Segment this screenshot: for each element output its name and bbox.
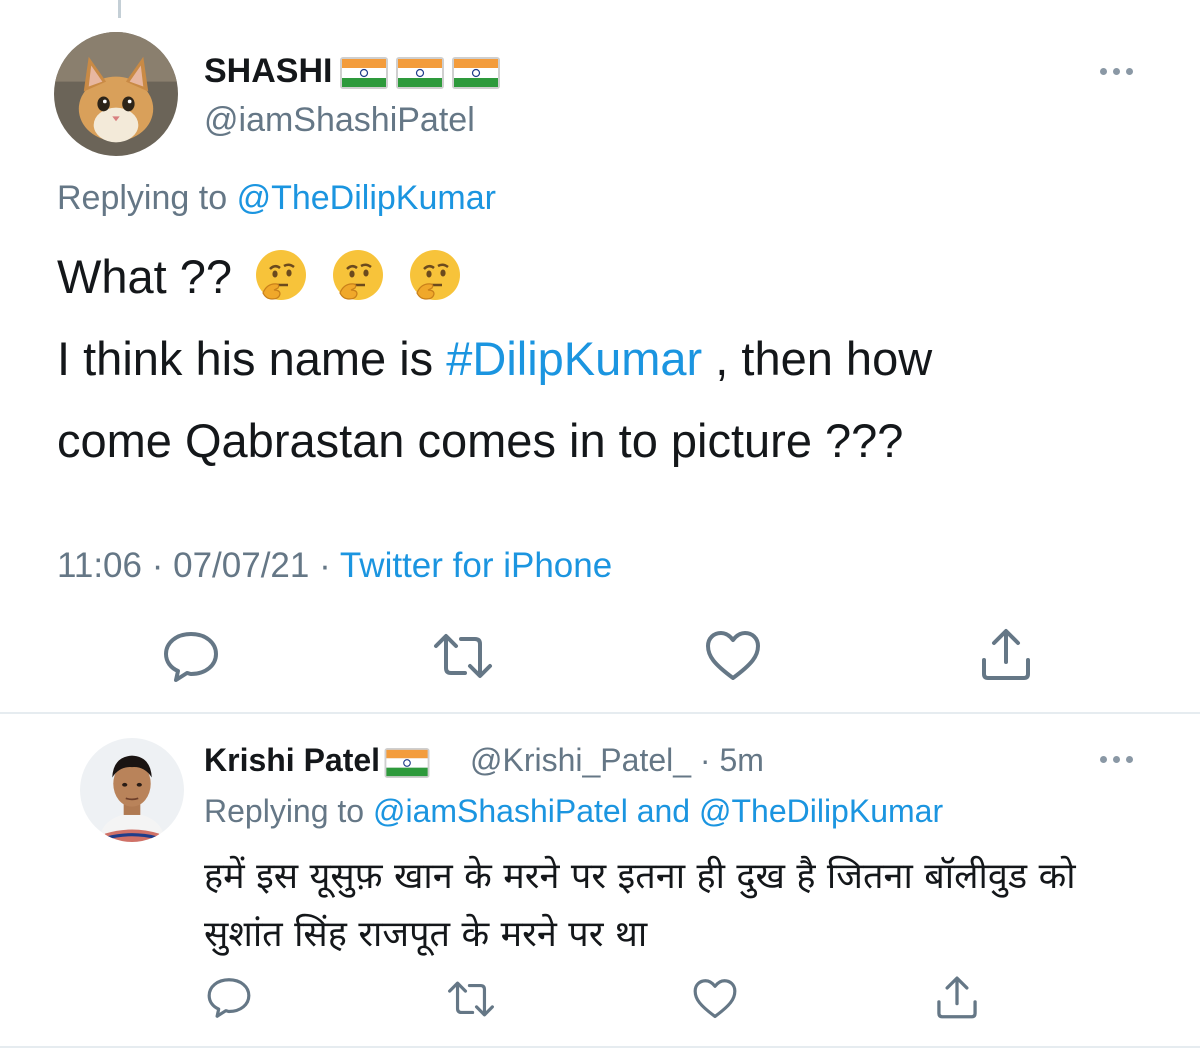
tweet-text-segment: , then how bbox=[715, 332, 933, 385]
tweet-text-line: What ?? bbox=[57, 236, 932, 318]
display-name-text: SHASHI bbox=[204, 52, 333, 90]
user-handle[interactable]: @Krishi_Patel_ bbox=[470, 742, 691, 778]
india-flag-icon bbox=[384, 747, 430, 778]
avatar[interactable] bbox=[54, 32, 178, 156]
tweet-text-line: I think his name is #DilipKumar , then h… bbox=[57, 318, 932, 400]
india-flag-icon bbox=[340, 57, 389, 90]
india-flag-icon bbox=[452, 57, 501, 90]
replying-to-link[interactable]: @TheDilipKumar bbox=[237, 179, 496, 217]
tweet-meta: 11:06 · 07/07/21 · Twitter for iPhone bbox=[57, 546, 612, 586]
hashtag-link[interactable]: #DilipKumar bbox=[446, 332, 702, 385]
retweet-icon[interactable] bbox=[446, 980, 496, 1018]
more-icon[interactable] bbox=[1100, 756, 1133, 763]
replying-to-and: and bbox=[636, 793, 691, 829]
replying-to-link[interactable]: @TheDilipKumar bbox=[699, 793, 943, 829]
heart-icon[interactable] bbox=[692, 978, 738, 1020]
tweet-text-segment: I think his name is bbox=[57, 332, 434, 385]
thinking-face-emoji bbox=[330, 246, 386, 302]
tweet-source-link[interactable]: Twitter for iPhone bbox=[340, 546, 612, 585]
share-icon[interactable] bbox=[978, 626, 1034, 682]
display-name[interactable]: Krishi Patel bbox=[204, 742, 430, 779]
retweet-icon[interactable] bbox=[432, 632, 494, 680]
tweet-time: 11:06 bbox=[57, 546, 142, 585]
meta-separator: · bbox=[319, 546, 331, 585]
replying-to-link[interactable]: @iamShashiPatel bbox=[373, 793, 628, 829]
share-icon[interactable] bbox=[934, 974, 980, 1020]
display-name[interactable]: SHASHI bbox=[204, 52, 501, 91]
reply-icon[interactable] bbox=[162, 630, 220, 684]
reply-text-line: हमें इस यूसुफ़ खान के मरने पर इतना ही दु… bbox=[204, 856, 1076, 897]
tweet-divider bbox=[0, 712, 1200, 714]
thread-connector-line bbox=[118, 0, 121, 18]
replying-to: Replying to @TheDilipKumar bbox=[57, 179, 496, 218]
thinking-face-emoji bbox=[407, 246, 463, 302]
meta-separator: · bbox=[151, 546, 164, 585]
tweet-divider bbox=[0, 1046, 1200, 1048]
avatar[interactable] bbox=[80, 738, 184, 842]
tweet-text-segment: What ?? bbox=[57, 250, 233, 303]
heart-icon[interactable] bbox=[704, 630, 762, 682]
reply-text-line: सुशांत सिंह राजपूत के मरने पर था bbox=[204, 914, 648, 955]
reply-text: हमें इस यूसुफ़ खान के मरने पर इतना ही दु… bbox=[204, 848, 1076, 964]
thinking-face-emoji bbox=[253, 246, 309, 302]
user-handle[interactable]: @iamShashiPatel bbox=[204, 101, 475, 140]
replying-to-prefix: Replying to bbox=[204, 793, 365, 829]
display-name-text: Krishi Patel bbox=[204, 742, 381, 778]
reply-icon[interactable] bbox=[206, 976, 252, 1020]
tweet-text: What ?? I think his name is #DilipKumar … bbox=[57, 236, 932, 482]
tweet-age: · 5m bbox=[699, 742, 764, 778]
more-icon[interactable] bbox=[1100, 68, 1133, 75]
india-flag-icon bbox=[396, 57, 445, 90]
tweet-date: 07/07/21 bbox=[173, 546, 310, 585]
replying-to-prefix: Replying to bbox=[57, 179, 228, 217]
replying-to: Replying to @iamShashiPatel and @TheDili… bbox=[204, 793, 943, 830]
user-handle-line: @Krishi_Patel_ · 5m bbox=[470, 742, 764, 779]
tweet-text-line: come Qabrastan comes in to picture ??? bbox=[57, 414, 904, 467]
